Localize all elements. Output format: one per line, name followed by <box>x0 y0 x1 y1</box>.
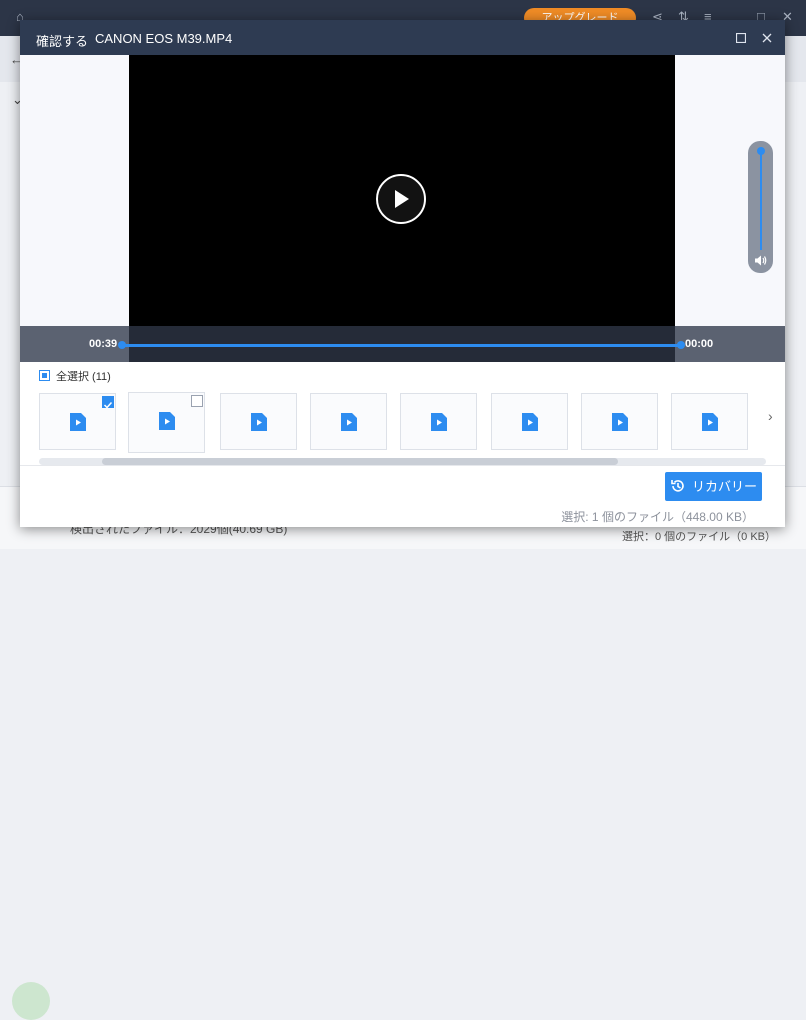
thumbnail-item[interactable] <box>581 393 658 450</box>
video-file-icon <box>70 413 86 431</box>
thumbnail-scrollbar[interactable] <box>39 458 766 465</box>
recover-button[interactable]: リカバリー <box>665 472 762 501</box>
checkmark-icon <box>103 401 113 409</box>
timeline-bar: 00:39 00:00 <box>20 326 785 362</box>
play-icon <box>395 190 409 208</box>
volume-handle[interactable] <box>757 147 765 155</box>
status-icon <box>12 982 50 1020</box>
select-all-checkbox[interactable]: 全選択 (11) <box>39 368 111 384</box>
select-all-label: 全選択 (11) <box>56 371 111 383</box>
scrollbar-thumb[interactable] <box>102 458 618 465</box>
thumbnail-item[interactable] <box>400 393 477 450</box>
volume-track <box>760 150 762 250</box>
select-all-box[interactable] <box>39 370 50 381</box>
square-icon <box>735 32 747 44</box>
thumbnail-item[interactable] <box>491 393 568 450</box>
recover-label: リカバリー <box>691 479 757 494</box>
progress-handle[interactable] <box>677 341 685 349</box>
progress-bar[interactable] <box>121 344 682 347</box>
volume-slider[interactable] <box>748 141 773 273</box>
chevron-right-icon[interactable]: › <box>768 408 773 424</box>
thumbnail-checkbox[interactable] <box>102 396 114 409</box>
progress-start-handle[interactable] <box>118 341 126 349</box>
thumbnail-item[interactable] <box>39 393 116 450</box>
current-time: 00:39 <box>89 338 118 350</box>
video-player: 00:39 00:00 <box>20 55 785 362</box>
thumbnail-item[interactable] <box>671 393 748 450</box>
thumbnail-item[interactable] <box>220 393 297 450</box>
dialog-title-prefix: 確認する <box>36 34 89 49</box>
video-file-icon <box>431 413 447 431</box>
selected-info: 選択: 1 個のファイル（448.00 KB） <box>561 510 754 524</box>
close-icon <box>762 33 772 43</box>
dialog-file-name: CANON EOS M39.MP4 <box>95 31 233 46</box>
preview-dialog: 確認する CANON EOS M39.MP4 00:39 00:00 全選択 (… <box>20 20 785 527</box>
speaker-icon <box>755 255 767 266</box>
footer-divider <box>20 465 785 466</box>
thumbnail-item[interactable] <box>310 393 387 450</box>
thumbnail-strip <box>39 392 759 455</box>
video-file-icon <box>159 412 175 430</box>
close-button[interactable] <box>757 28 777 48</box>
video-file-icon <box>251 413 267 431</box>
video-file-icon <box>341 413 357 431</box>
history-icon <box>671 480 684 492</box>
maximize-button[interactable] <box>731 28 751 48</box>
thumbnail-checkbox[interactable] <box>191 395 203 407</box>
play-button[interactable] <box>376 174 426 224</box>
dialog-titlebar: 確認する CANON EOS M39.MP4 <box>20 20 785 55</box>
video-file-icon <box>702 413 718 431</box>
video-area[interactable] <box>129 55 675 326</box>
thumbnail-item[interactable] <box>128 392 205 453</box>
remaining-time: 00:00 <box>685 338 714 350</box>
video-file-icon <box>522 413 538 431</box>
video-file-icon <box>612 413 628 431</box>
bg-selected-info: 選択：0 個のファイル（0 KB） <box>621 531 776 543</box>
